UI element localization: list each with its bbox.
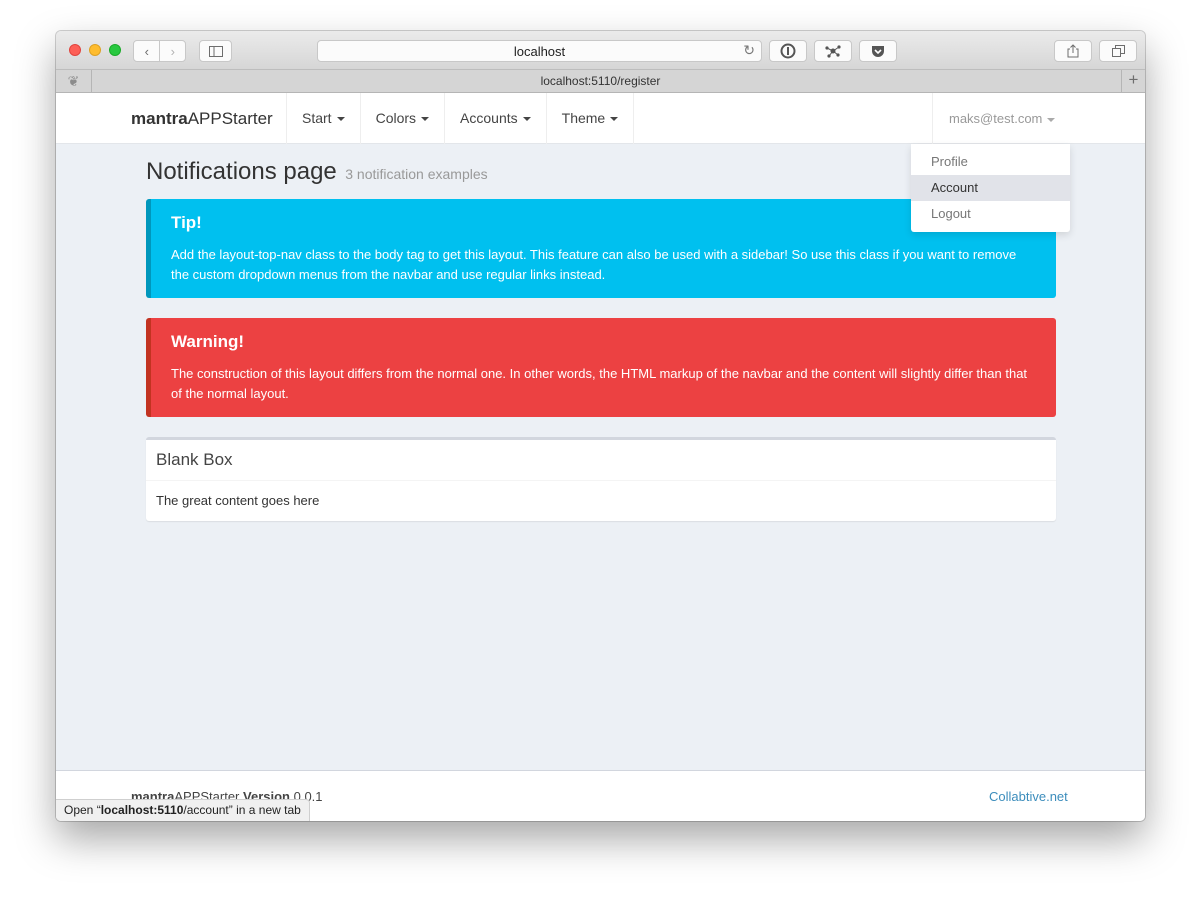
box-body: The great content goes here [156,493,320,508]
caret-down-icon [610,117,619,122]
tab-url[interactable]: localhost:5110/register [541,74,661,88]
tab-bar: ❦ localhost:5110/register + [56,69,1145,93]
nav-item-start[interactable]: Start [287,93,361,144]
password-manager-icon [780,43,796,59]
pocket-icon [872,45,884,57]
tabs-icon [1111,45,1125,57]
blank-box: Blank Box The great content goes here [146,437,1056,521]
share-button[interactable] [1054,40,1092,62]
nav-item-label: Colors [375,110,417,126]
address-bar[interactable]: localhost ↻ [317,40,762,62]
browser-toolbar: ‹ › localhost ↻ [56,31,1145,69]
share-extension-button[interactable] [814,40,852,62]
dropdown-item-account[interactable]: Account [911,175,1070,201]
brand-logo[interactable]: mantraAPPStarter [131,93,273,144]
zoom-window-button[interactable] [109,44,121,56]
page-subtitle: 3 notification examples [345,166,488,182]
nav-item-label: Accounts [460,110,518,126]
user-menu-toggle[interactable]: maks@test.com [932,93,1070,144]
caret-down-icon [421,117,430,122]
nav-menu: Start Colors Accounts Theme [286,93,635,144]
nav-item-label: Start [302,110,332,126]
caret-down-icon [1047,117,1056,122]
user-email: maks@test.com [949,111,1043,126]
status-url-path: /account [183,803,229,817]
footer-link[interactable]: Collabtive.net [989,789,1068,804]
forward-icon[interactable]: › [159,41,185,61]
sidebar-toggle-button[interactable] [199,40,232,62]
callout-text: Add the layout-top-nav class to the body… [171,247,1017,282]
nav-item-accounts[interactable]: Accounts [445,93,547,144]
leaf-icon[interactable]: ❦ [56,70,92,92]
sidebar-icon [208,45,223,57]
app-navbar: mantraAPPStarter Start Colors Accounts T… [56,93,1145,144]
callout-title: Warning! [171,332,245,351]
box-title: Blank Box [146,440,1056,481]
caret-down-icon [336,117,345,122]
user-dropdown-menu: Profile Account Logout [911,144,1070,232]
status-url-host: localhost:5110 [100,803,184,817]
address-text: localhost [513,43,566,59]
warning-callout: Warning! The construction of this layout… [146,318,1056,417]
history-nav-group: ‹ › [133,40,186,62]
minimize-window-button[interactable] [89,44,101,56]
new-tab-icon[interactable]: + [1121,70,1145,92]
share-icon [1067,44,1079,58]
nav-item-label: Theme [561,110,606,126]
callout-text: The construction of this layout differs … [171,366,1028,401]
caret-down-icon [522,117,531,122]
callout-title: Tip! [171,213,202,232]
close-window-button[interactable] [69,44,81,56]
pocket-button[interactable] [859,40,897,62]
status-prefix: Open “ [64,803,101,817]
reload-icon[interactable]: ↻ [743,42,755,59]
dropdown-item-logout[interactable]: Logout [911,201,1070,227]
network-icon [825,45,841,58]
brand-bold: mantra [131,109,188,128]
status-suffix: ” in a new tab [228,803,301,817]
nav-item-theme[interactable]: Theme [547,93,635,144]
link-status-tooltip: Open “localhost:5110/account” in a new t… [56,799,310,821]
browser-window: ‹ › localhost ↻ ❦ localhost:5110/registe… [56,31,1145,821]
back-icon[interactable]: ‹ [134,41,159,61]
nav-item-colors[interactable]: Colors [361,93,446,144]
show-tabs-button[interactable] [1099,40,1137,62]
page-title: Notifications page [146,158,337,185]
brand-rest: APPStarter [187,109,273,128]
password-extension-button[interactable] [769,40,807,62]
dropdown-item-profile[interactable]: Profile [911,149,1070,175]
